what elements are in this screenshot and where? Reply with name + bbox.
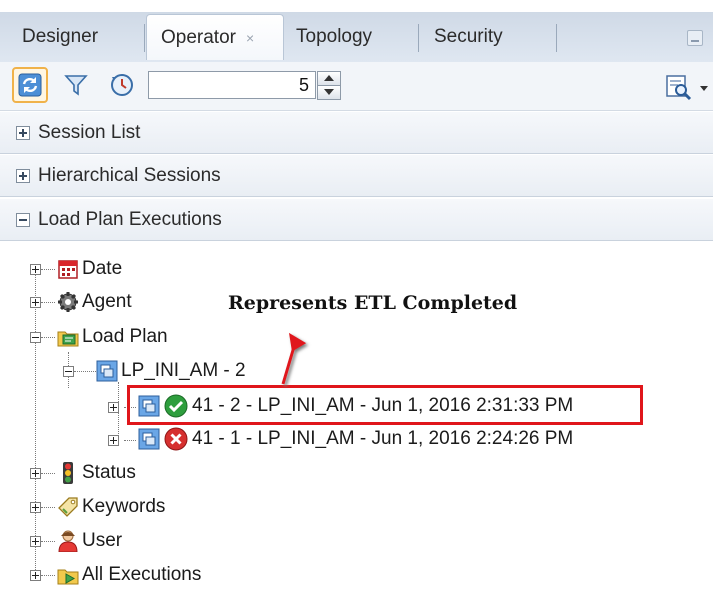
executions-folder-icon [57, 569, 79, 585]
tab-operator[interactable]: Operator × [146, 14, 284, 60]
tree-line [124, 440, 136, 441]
tree-expander-user[interactable] [30, 536, 41, 547]
tree-line [41, 302, 55, 303]
user-icon [58, 530, 78, 552]
tree-line [41, 473, 55, 474]
tree-node-label: 41 - 1 - LP_INI_AM - Jun 1, 2016 2:24:26… [192, 428, 574, 449]
search-dropdown-caret-icon[interactable] [700, 86, 708, 91]
accordion-load-plan-executions[interactable]: Load Plan Executions [0, 198, 713, 241]
operator-toolbar: 5 [0, 62, 713, 111]
tab-security[interactable]: Security [424, 14, 554, 60]
stepper-down-button[interactable] [317, 85, 341, 100]
tree-node-label: All Executions [82, 564, 202, 585]
tree-expander-exec-failed[interactable] [108, 435, 119, 446]
tab-topology[interactable]: Topology [286, 14, 416, 60]
filter-button[interactable] [58, 67, 94, 103]
accordion-label: Session List [38, 121, 141, 143]
expand-icon [16, 125, 30, 140]
tree-expander-date[interactable] [30, 264, 41, 275]
tab-topology-label: Topology [296, 26, 373, 47]
tab-separator [556, 24, 557, 52]
tree-collapser-load-plan[interactable] [30, 332, 41, 343]
search-icon [666, 75, 692, 101]
tree-node-label: Keywords [82, 496, 166, 517]
tree-line [41, 337, 55, 338]
auto-refresh-icon [111, 74, 133, 96]
tree-node-exec-failed[interactable]: 41 - 1 - LP_INI_AM - Jun 1, 2016 2:24:26… [138, 425, 573, 453]
close-icon[interactable]: × [246, 30, 254, 46]
annotation-label: Represents ETL Completed [228, 292, 518, 314]
tree-expander-keywords[interactable] [30, 502, 41, 513]
refresh-interval-input[interactable]: 5 [148, 71, 316, 99]
tree-node-label: Agent [82, 291, 132, 312]
tree-node-label: Date [82, 258, 123, 279]
tree-line [74, 371, 96, 372]
collapse-icon [16, 212, 30, 227]
tree-node-load-plan[interactable]: Load Plan [57, 323, 168, 351]
refresh-icon [18, 73, 42, 97]
refresh-interval-stepper [317, 71, 341, 100]
tree-node-all-executions[interactable]: All Executions [57, 561, 201, 589]
load-plan-folder-icon [57, 331, 79, 347]
traffic-light-icon [63, 462, 73, 484]
tab-designer[interactable]: Designer [12, 14, 144, 60]
tab-operator-label: Operator [161, 26, 236, 48]
error-x-icon [164, 427, 188, 451]
tree-expander-all-executions[interactable] [30, 570, 41, 581]
tree-collapser-lp-instance[interactable] [63, 366, 74, 377]
tree-node-date[interactable]: Date [57, 255, 122, 283]
tree-line [41, 575, 55, 576]
tree-node-label: LP_INI_AM - 2 [121, 360, 246, 381]
auto-refresh-button[interactable] [104, 67, 140, 103]
tree-node-label: User [82, 530, 123, 551]
tree-node-user[interactable]: User [57, 527, 122, 555]
tab-separator [144, 24, 145, 52]
expand-icon [16, 168, 30, 183]
tree-line [41, 541, 55, 542]
tree-node-keywords[interactable]: Keywords [57, 493, 165, 521]
tab-security-label: Security [434, 26, 503, 47]
search-button[interactable] [664, 72, 694, 102]
accordion-hierarchical-sessions[interactable]: Hierarchical Sessions [0, 154, 713, 197]
calendar-icon [58, 260, 78, 279]
gear-icon [58, 292, 78, 312]
tree-expander-status[interactable] [30, 468, 41, 479]
tree-node-lp-instance[interactable]: LP_INI_AM - 2 [96, 357, 246, 385]
tree-node-label: Status [82, 462, 136, 483]
accordion-session-list[interactable]: Session List [0, 111, 713, 154]
tab-bar: Designer Operator × Topology Security [0, 0, 713, 62]
tree-line [35, 274, 36, 578]
accordion-label: Load Plan Executions [38, 208, 222, 230]
tree-node-status[interactable]: Status [57, 459, 136, 487]
tag-icon [58, 497, 78, 517]
tree-node-agent[interactable]: Agent [57, 288, 132, 316]
load-plan-instance-icon [96, 360, 118, 382]
accordion-label: Hierarchical Sessions [38, 164, 221, 186]
tab-separator [418, 24, 419, 52]
load-plan-instance-icon [138, 428, 160, 450]
highlight-box [127, 385, 643, 425]
refresh-button[interactable] [12, 67, 48, 103]
tree-expander-exec-completed[interactable] [108, 402, 119, 413]
tree-line [41, 269, 55, 270]
tree-line [41, 507, 55, 508]
minimize-button[interactable] [687, 30, 703, 46]
tree-node-label: Load Plan [82, 326, 168, 347]
filter-icon [64, 75, 88, 96]
tree-expander-agent[interactable] [30, 297, 41, 308]
tab-designer-label: Designer [22, 26, 99, 47]
stepper-up-button[interactable] [317, 71, 341, 86]
